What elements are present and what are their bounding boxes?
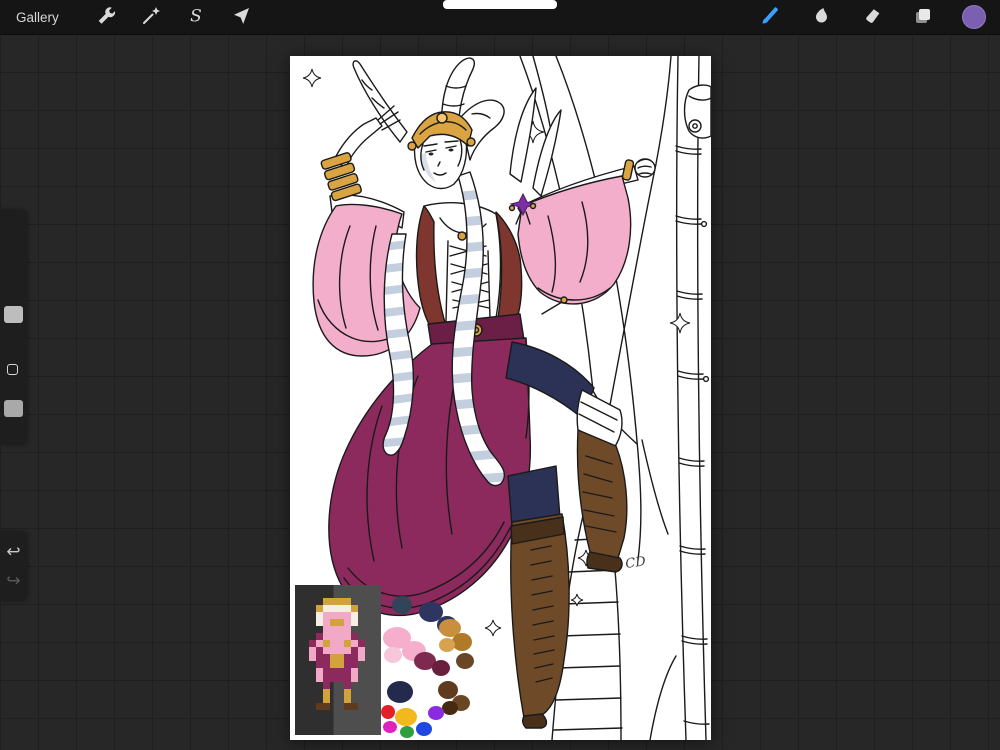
modify-button[interactable] bbox=[7, 364, 18, 375]
document-pill bbox=[443, 0, 557, 9]
paint-blob bbox=[428, 706, 444, 720]
gallery-button[interactable]: Gallery bbox=[16, 10, 59, 25]
drawing-canvas[interactable]: CD bbox=[290, 56, 711, 740]
color-swatch bbox=[962, 5, 986, 29]
smudge-tool-button[interactable] bbox=[809, 5, 833, 29]
transform-button[interactable] bbox=[229, 5, 253, 29]
gold-bracers bbox=[320, 152, 362, 202]
toolbar-left-group: Gallery S bbox=[0, 5, 253, 29]
pendant bbox=[457, 231, 467, 241]
svg-text:S: S bbox=[190, 6, 202, 26]
adjustments-button[interactable] bbox=[139, 5, 163, 29]
eraser-icon bbox=[861, 5, 883, 30]
actions-button[interactable] bbox=[94, 5, 118, 29]
paint-blob bbox=[432, 660, 450, 676]
undo-button[interactable]: ↩ bbox=[6, 543, 20, 560]
left-leg bbox=[507, 465, 570, 729]
wrench-icon bbox=[95, 5, 117, 30]
paint-blob bbox=[384, 647, 402, 663]
selection-button[interactable]: S bbox=[184, 5, 208, 29]
brush-tool-button[interactable] bbox=[758, 5, 782, 29]
eraser-tool-button[interactable] bbox=[860, 5, 884, 29]
paint-blob bbox=[400, 726, 414, 738]
document-indicator bbox=[443, 0, 557, 9]
workspace-background: ↩ ↪ CD bbox=[0, 34, 1000, 750]
color-button[interactable] bbox=[962, 5, 986, 29]
redo-button[interactable]: ↪ bbox=[6, 572, 20, 589]
side-toolbar bbox=[0, 209, 27, 445]
layers-button[interactable] bbox=[911, 5, 935, 29]
paint-blob bbox=[456, 653, 474, 669]
brush-size-slider[interactable] bbox=[4, 306, 23, 323]
paint-blob bbox=[442, 701, 458, 715]
smudge-finger-icon bbox=[810, 5, 832, 30]
left-boot bbox=[510, 513, 570, 719]
transform-arrow-icon bbox=[230, 5, 252, 30]
paintbrush-icon bbox=[759, 5, 781, 30]
toolbar-right-group bbox=[758, 5, 1000, 29]
sword-hilt bbox=[541, 301, 563, 315]
paint-blob bbox=[452, 633, 472, 651]
boot-sole bbox=[521, 713, 548, 729]
selection-s-icon: S bbox=[185, 5, 207, 30]
paint-blob bbox=[392, 596, 412, 614]
reference-image bbox=[295, 585, 381, 735]
opacity-slider[interactable] bbox=[4, 400, 23, 417]
paint-blob bbox=[439, 638, 455, 652]
paint-blob bbox=[387, 681, 413, 703]
layers-icon bbox=[912, 5, 934, 30]
paint-blob bbox=[395, 708, 417, 726]
crown-jewel bbox=[436, 112, 448, 124]
ship-mast bbox=[675, 56, 711, 740]
undo-redo-bar: ↩ ↪ bbox=[0, 531, 27, 601]
magic-wand-icon bbox=[140, 5, 162, 30]
artist-signature: CD bbox=[624, 554, 647, 572]
reference-pixel-grid bbox=[302, 598, 372, 710]
paint-blob bbox=[381, 705, 395, 719]
paint-blob bbox=[383, 721, 397, 733]
right-sleeve bbox=[517, 175, 632, 305]
top-toolbar: Gallery S bbox=[0, 0, 1000, 35]
paint-blob bbox=[416, 722, 432, 736]
